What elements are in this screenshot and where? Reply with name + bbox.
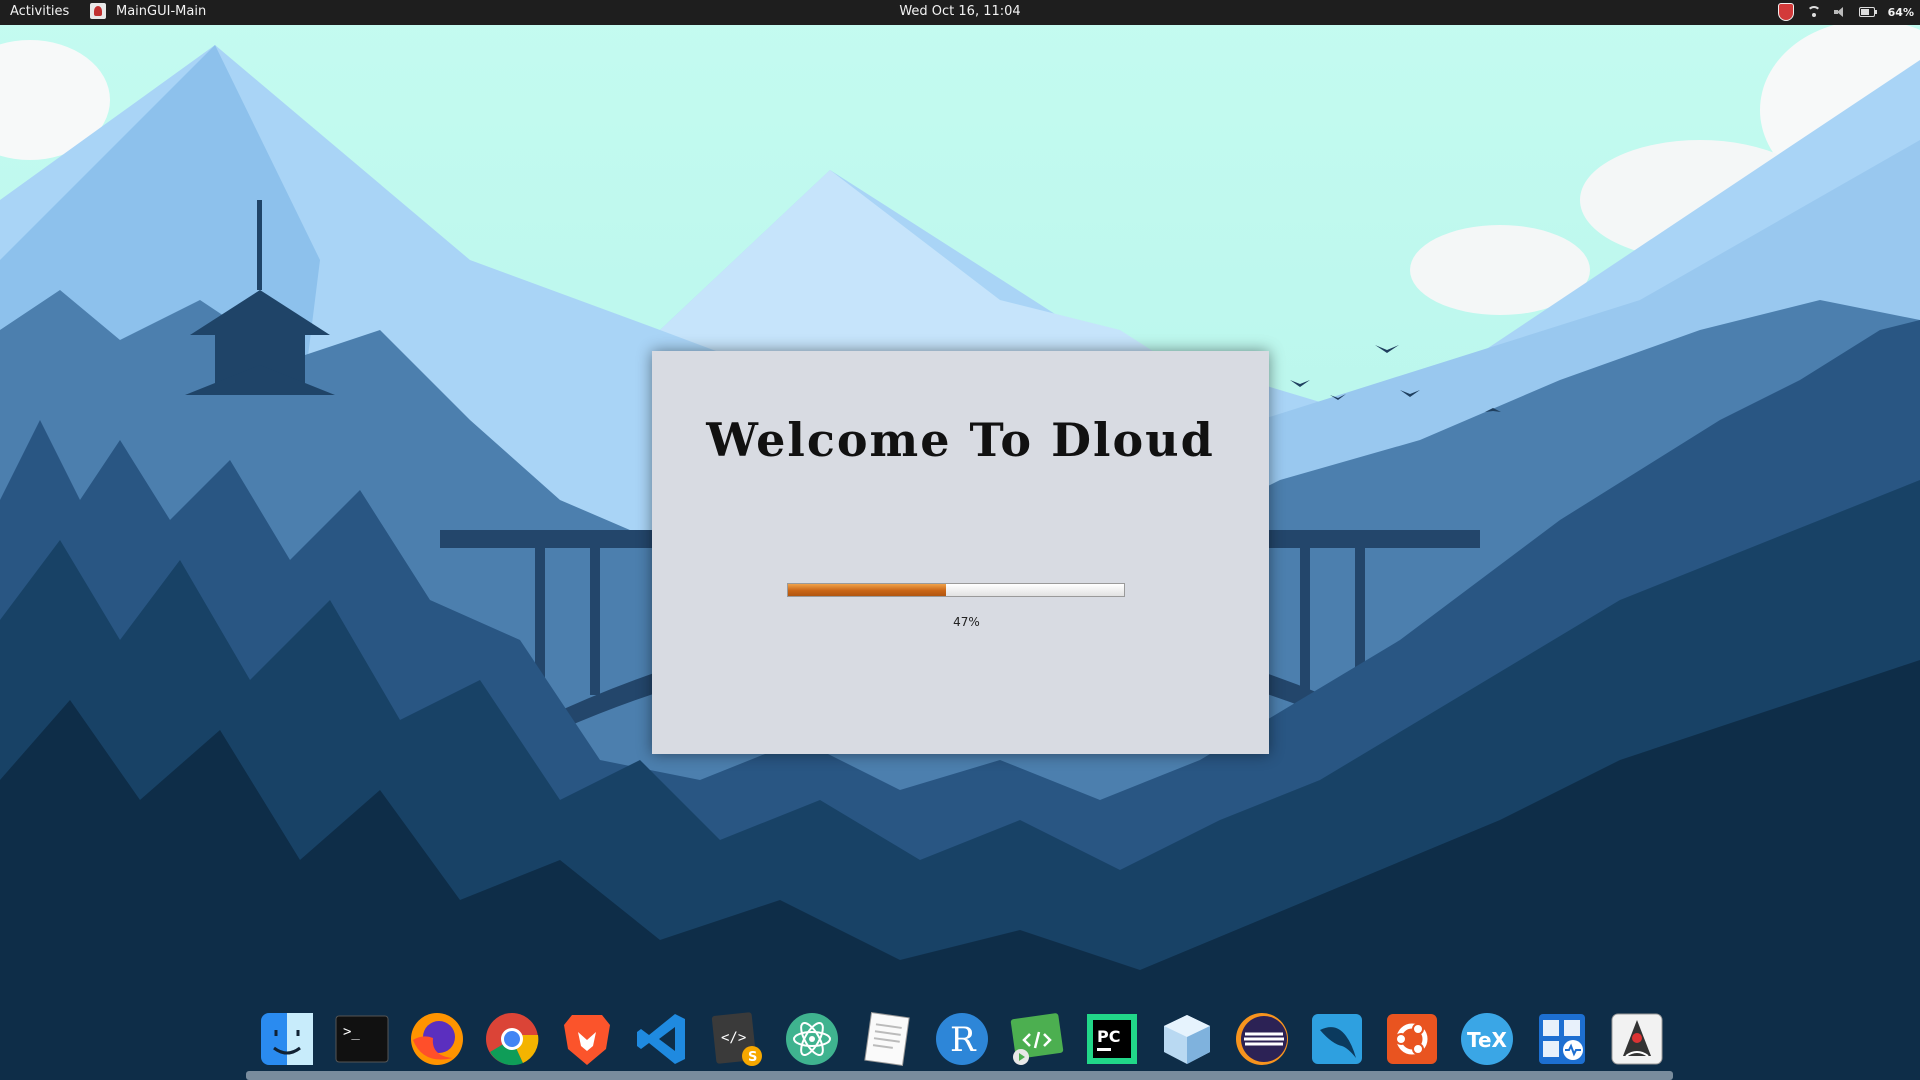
activities-button[interactable]: Activities bbox=[10, 4, 69, 19]
svg-text:</>: </> bbox=[721, 1030, 746, 1046]
terminal-icon[interactable]: >_ bbox=[331, 1008, 393, 1070]
progress-percent-label: 47% bbox=[953, 615, 980, 629]
splash-window: Welcome To Dloud 47% bbox=[652, 351, 1269, 754]
svg-text:R: R bbox=[950, 1020, 977, 1060]
dock: >_ </> S R PC TeX bbox=[254, 1000, 1670, 1078]
firefox-icon[interactable] bbox=[406, 1008, 468, 1070]
pycharm-icon[interactable]: PC bbox=[1081, 1008, 1143, 1070]
chrome-icon[interactable] bbox=[481, 1008, 543, 1070]
volume-icon bbox=[1833, 7, 1846, 17]
clock[interactable]: Wed Oct 16, 11:04 bbox=[0, 4, 1920, 19]
progress-bar-fill bbox=[788, 584, 946, 596]
app-menu[interactable]: MainGUI-Main bbox=[90, 3, 206, 19]
tex-icon[interactable]: TeX bbox=[1456, 1008, 1518, 1070]
code-player-icon[interactable] bbox=[1006, 1008, 1068, 1070]
app-menu-label: MainGUI-Main bbox=[116, 3, 207, 19]
wifi-icon bbox=[1806, 6, 1821, 18]
java-app-icon bbox=[90, 3, 106, 19]
atom-icon[interactable] bbox=[781, 1008, 843, 1070]
svg-text:PC: PC bbox=[1097, 1027, 1120, 1046]
svg-text:S: S bbox=[748, 1050, 757, 1065]
top-bar: Activities MainGUI-Main Wed Oct 16, 11:0… bbox=[0, 0, 1920, 25]
svg-text:TeX: TeX bbox=[1467, 1028, 1508, 1052]
battery-percent: 64% bbox=[1887, 5, 1914, 19]
vscode-icon[interactable] bbox=[631, 1008, 693, 1070]
mysql-workbench-icon[interactable] bbox=[1306, 1008, 1368, 1070]
system-tools-icon[interactable] bbox=[1531, 1008, 1593, 1070]
system-tray[interactable]: 64% bbox=[1777, 3, 1914, 21]
r-icon[interactable]: R bbox=[931, 1008, 993, 1070]
text-editor-icon[interactable] bbox=[856, 1008, 918, 1070]
eclipse-icon[interactable] bbox=[1231, 1008, 1293, 1070]
brave-icon[interactable] bbox=[556, 1008, 618, 1070]
finder-icon[interactable] bbox=[256, 1008, 318, 1070]
java-icon[interactable] bbox=[1606, 1008, 1668, 1070]
svg-text:>_: >_ bbox=[343, 1024, 360, 1040]
ubuntu-icon[interactable] bbox=[1381, 1008, 1443, 1070]
cube-icon[interactable] bbox=[1156, 1008, 1218, 1070]
sublime-text-icon[interactable]: </> S bbox=[706, 1008, 768, 1070]
shield-icon[interactable] bbox=[1777, 3, 1794, 21]
splash-title: Welcome To Dloud bbox=[706, 413, 1215, 467]
battery-icon bbox=[1858, 7, 1877, 17]
progress-bar bbox=[787, 583, 1125, 597]
